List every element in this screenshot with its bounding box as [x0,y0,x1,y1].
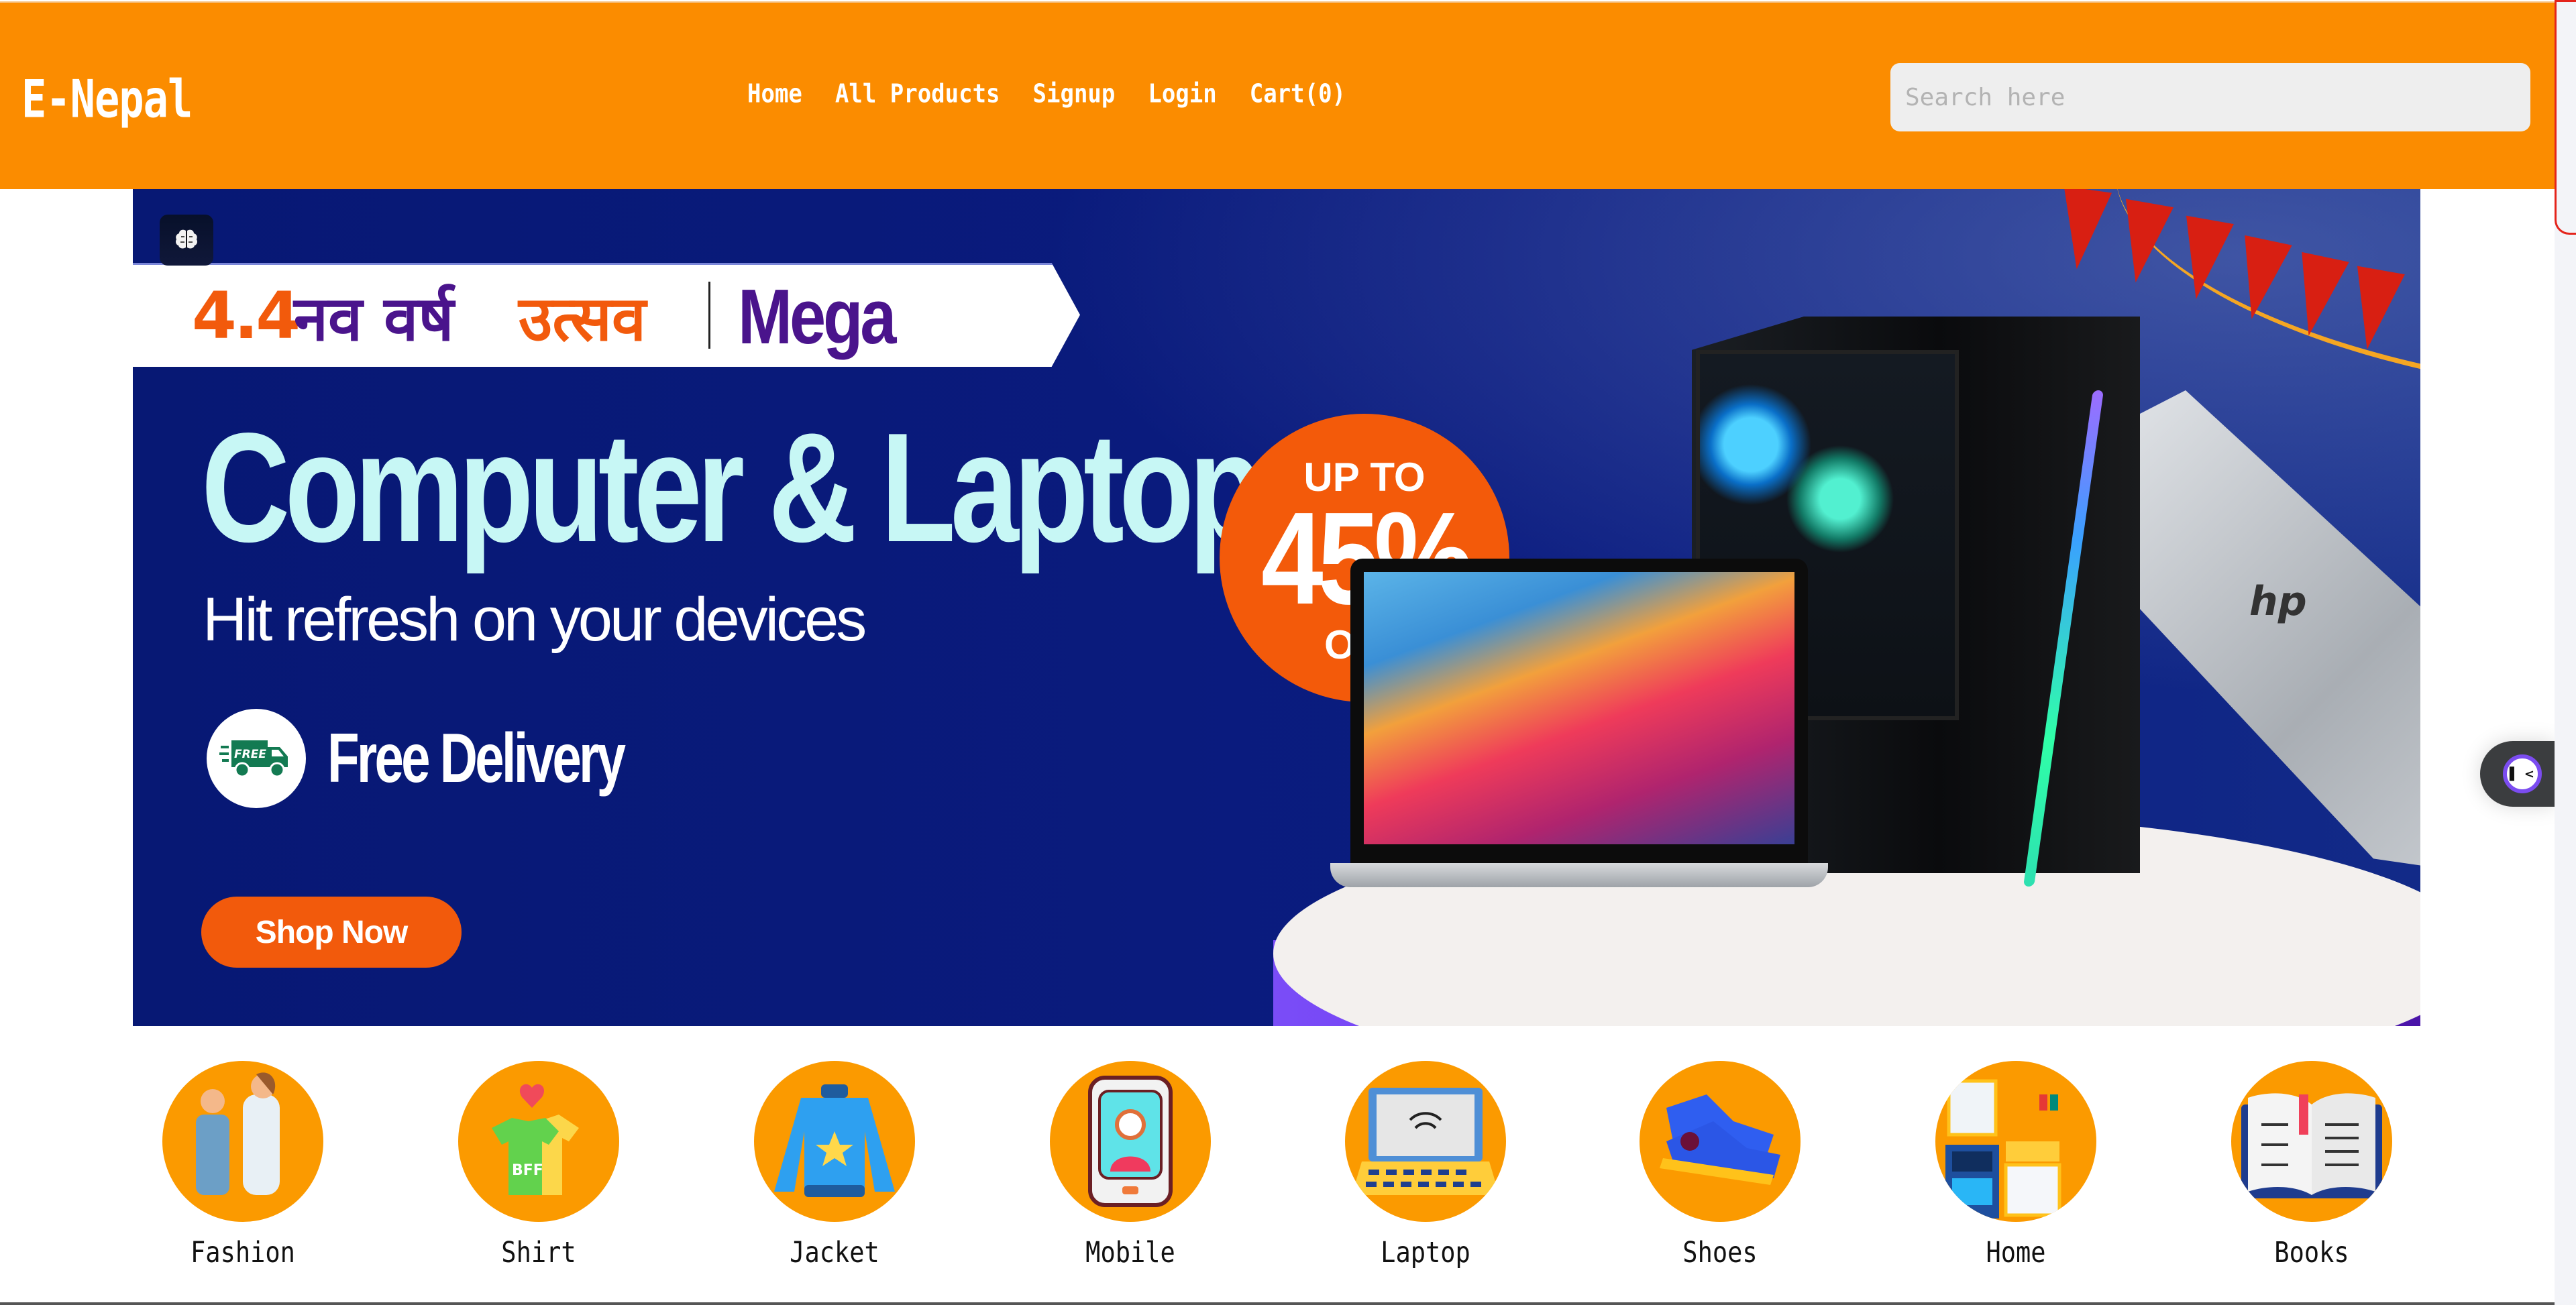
laptop-icon[interactable] [1345,1061,1506,1222]
jacket-icon[interactable] [754,1061,915,1222]
nav-all-products[interactable]: All Products [835,79,1000,109]
ribbon-divider [708,282,710,349]
site-logo[interactable]: E-Nepal [21,68,193,129]
category-label: Mobile [1085,1235,1175,1269]
category-label: Shirt [501,1235,576,1269]
category-label: Jacket [790,1235,879,1269]
banner-headline: Computer & Laptop [201,401,1264,575]
category-shoes[interactable]: Shoes [1633,1061,1807,1269]
category-laptop[interactable]: Laptop [1338,1061,1513,1269]
category-label: Fashion [191,1235,295,1269]
category-mobile[interactable]: Mobile [1043,1061,1218,1269]
ribbon-nepali-text: नव वर्ष [294,283,454,355]
category-shirt[interactable]: BFF Shirt [451,1061,626,1269]
site-header: E-Nepal Home All Products Signup Login C… [0,1,2555,189]
category-home[interactable]: Home [1929,1061,2103,1269]
category-label: Home [1986,1235,2046,1269]
chat-eye-right: < [2524,767,2534,781]
page-divider [0,1302,2555,1305]
category-label: Books [2274,1235,2349,1269]
shop-now-button[interactable]: Shop Now [201,897,462,968]
search-input[interactable] [1890,63,2530,131]
chat-assistant-button[interactable]: ▌ < [2480,741,2555,807]
shirt-icon[interactable]: BFF [458,1061,619,1222]
banner-subline: Hit refresh on your devices [203,585,867,654]
chat-eye-left: ▌ [2510,767,2519,781]
free-delivery-text: Free Delivery [327,720,626,797]
home-appliances-icon[interactable] [1935,1061,2096,1222]
nav-signup[interactable]: Signup [1033,79,1116,109]
ribbon-nepali-festival: उत्सव [519,283,647,355]
chat-assistant-icon: ▌ < [2502,754,2542,793]
page: E-Nepal Home All Products Signup Login C… [0,0,2555,1305]
category-label: Laptop [1381,1235,1470,1269]
hero-banner[interactable]: 4.4 नव वर्ष उत्सव Mega Deals Computer & … [133,189,2420,1026]
category-fashion[interactable]: Fashion [156,1061,330,1269]
category-list: Fashion BFF Shirt Jacket Mobile Laptop S… [0,1046,2555,1301]
free-badge-text: FREE [234,748,266,761]
scrollbar-thumb[interactable] [2555,0,2576,235]
svg-text:BFF: BFF [512,1162,543,1179]
macbook-base [1330,863,1828,887]
nav-cart[interactable]: Cart(0) [1250,79,1346,109]
macbook-display [1364,572,1794,844]
mobile-icon[interactable] [1050,1061,1211,1222]
ai-assistant-badge[interactable] [160,215,213,266]
category-books[interactable]: Books [2224,1061,2399,1269]
hp-logo: hp [2249,578,2307,625]
promo-ribbon: 4.4 नव वर्ष उत्सव Mega Deals [133,263,1080,367]
shoes-icon[interactable] [1640,1061,1801,1222]
category-jacket[interactable]: Jacket [747,1061,922,1269]
ribbon-number: 4.4 [192,278,301,353]
nav-home[interactable]: Home [747,79,802,109]
delivery-truck-icon: FREE [219,740,288,778]
fashion-couple-icon[interactable] [162,1061,323,1222]
brain-icon [176,229,197,249]
main-nav: Home All Products Signup Login Cart(0) [747,79,1346,109]
free-delivery-badge: FREE [207,709,306,808]
category-label: Shoes [1682,1235,1758,1269]
book-icon[interactable] [2231,1061,2392,1222]
nav-login[interactable]: Login [1148,79,1216,109]
